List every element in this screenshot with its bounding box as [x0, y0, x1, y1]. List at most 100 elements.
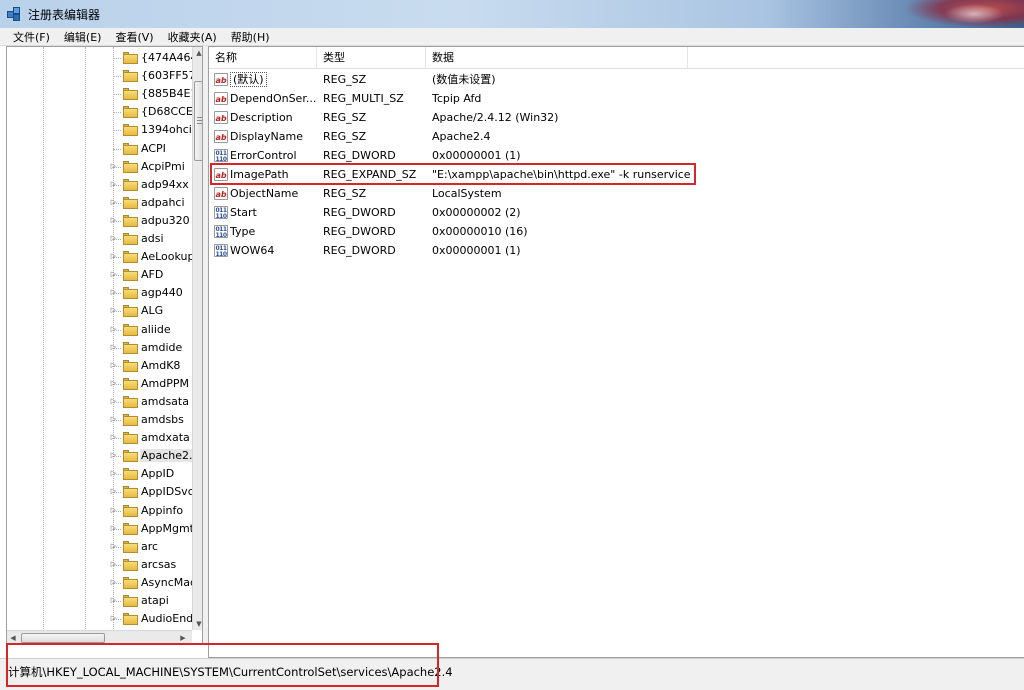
value-type: REG_SZ: [323, 130, 367, 143]
expand-arrow-icon[interactable]: ▷: [109, 433, 118, 442]
tree-item[interactable]: ▷ AmdPPM: [7, 375, 189, 393]
value-row[interactable]: ab DependOnSer... REG_MULTI_SZ Tcpip Afd: [209, 89, 909, 108]
menu-favorites[interactable]: 收藏夹(A): [161, 29, 224, 45]
tree-vertical-scrollbar[interactable]: ▲ ▼: [192, 47, 202, 630]
expand-arrow-icon[interactable]: ▷: [109, 578, 118, 587]
folder-icon: [123, 522, 138, 535]
menu-view[interactable]: 查看(V): [108, 29, 160, 45]
tree-item[interactable]: ▷ AppIDSvc: [7, 483, 194, 501]
tree-item[interactable]: ▷ Apache2.4: [7, 447, 201, 465]
values-list-pane[interactable]: 名称 类型 数据 ab (默认) REG_SZ (数值未设置) ab DependOnSe…: [208, 46, 1024, 658]
tree-item-label: arcsas: [141, 557, 177, 571]
menu-bar: 文件(F) 编辑(E) 查看(V) 收藏夹(A) 帮助(H): [0, 28, 1024, 46]
expand-arrow-icon[interactable]: ▷: [109, 162, 118, 171]
column-header-type[interactable]: 类型: [317, 47, 426, 69]
tree-item[interactable]: ▷ AcpiPmi: [7, 158, 187, 176]
tree-item[interactable]: ▷ AppMgmt: [7, 520, 194, 538]
expand-arrow-icon[interactable]: ▷: [109, 560, 118, 569]
expand-arrow-icon[interactable]: ▷: [109, 252, 118, 261]
tree-item[interactable]: ▷ AFD: [7, 266, 187, 284]
tree-item[interactable]: ▷ amdxata: [7, 429, 190, 447]
tree-item[interactable]: ▷ AsyncMac: [7, 574, 196, 592]
expand-arrow-icon[interactable]: ▷: [109, 397, 118, 406]
value-name: (默认): [230, 70, 267, 89]
scroll-up-arrow-icon[interactable]: ▲: [193, 47, 202, 59]
tree-scroll-thumb[interactable]: [194, 81, 202, 161]
tree-item[interactable]: ▷ Appinfo: [7, 502, 187, 520]
column-header-data[interactable]: 数据: [426, 47, 688, 69]
expand-arrow-icon[interactable]: ▷: [109, 343, 118, 352]
tree-item-label: ALG: [141, 304, 164, 318]
expand-arrow-icon[interactable]: ▷: [109, 325, 118, 334]
value-row[interactable]: ab ObjectName REG_SZ LocalSystem: [209, 184, 909, 203]
expand-arrow-icon[interactable]: ▷: [109, 216, 118, 225]
expand-arrow-icon[interactable]: ▷: [109, 524, 118, 533]
value-row[interactable]: 011 110 WOW64 REG_DWORD 0x00000001 (1): [209, 241, 909, 260]
tree-item[interactable]: ▷ ALG: [7, 302, 187, 320]
expand-arrow-icon[interactable]: ▷: [109, 469, 118, 478]
value-row[interactable]: ab Description REG_SZ Apache/2.4.12 (Win32): [209, 108, 909, 127]
tree-item[interactable]: ACPI: [7, 140, 187, 158]
tree-item[interactable]: ▷ adpu320: [7, 212, 190, 230]
expand-arrow-icon[interactable]: ▷: [109, 487, 118, 496]
expand-arrow-icon[interactable]: ▷: [109, 288, 118, 297]
column-header-name[interactable]: 名称: [209, 47, 317, 69]
menu-edit[interactable]: 编辑(E): [57, 29, 109, 45]
tree-item[interactable]: {D68CCED: [7, 103, 201, 121]
tree-item[interactable]: ▷ amdsata: [7, 393, 189, 411]
folder-icon: [123, 341, 138, 354]
value-name-text: ErrorControl: [230, 149, 297, 162]
expand-arrow-icon[interactable]: ▷: [109, 234, 118, 243]
tree-item[interactable]: ▷ AppID: [7, 465, 187, 483]
tree-item[interactable]: ▷ amdide: [7, 339, 187, 357]
tree-item[interactable]: ▷ adpahci: [7, 194, 187, 212]
tree-item[interactable]: ▷ atapi: [7, 592, 187, 610]
expand-arrow-icon[interactable]: ▷: [109, 596, 118, 605]
expand-arrow-icon[interactable]: ▷: [109, 361, 118, 370]
tree-item[interactable]: ▷ AeLookup: [7, 248, 194, 266]
expand-arrow-icon[interactable]: ▷: [109, 198, 118, 207]
tree-item[interactable]: {603FF570: [7, 67, 202, 85]
expand-arrow-icon[interactable]: ▷: [109, 306, 118, 315]
expand-arrow-icon[interactable]: ▷: [109, 506, 118, 515]
tree-hscroll-thumb[interactable]: [21, 633, 105, 643]
tree-item[interactable]: {885B4E12: [7, 85, 202, 103]
tree-item-label: AsyncMac: [141, 575, 197, 589]
tree-horizontal-scrollbar[interactable]: ◀ ▶: [7, 630, 192, 643]
tree-item[interactable]: ▷ aliide: [7, 321, 187, 339]
value-type: REG_DWORD: [323, 206, 396, 219]
expand-arrow-icon[interactable]: ▷: [109, 415, 118, 424]
value-type: REG_DWORD: [323, 225, 396, 238]
folder-icon: [123, 450, 138, 463]
expand-arrow-icon[interactable]: ▷: [109, 379, 118, 388]
tree-item-label: adpahci: [141, 195, 185, 209]
key-tree-pane[interactable]: {474A4649 {603FF570 {885B4E12 {D68CCED 1394o…: [6, 46, 203, 644]
folder-icon: [123, 178, 138, 191]
tree-item[interactable]: ▷ arc: [7, 538, 187, 556]
value-row[interactable]: 011 110 Type REG_DWORD 0x00000010 (16): [209, 222, 909, 241]
expand-arrow-icon[interactable]: ▷: [109, 614, 118, 623]
expand-arrow-icon[interactable]: ▷: [109, 542, 118, 551]
tree-item[interactable]: ▷ AudioEnd: [7, 610, 193, 628]
expand-arrow-icon[interactable]: ▷: [109, 451, 118, 460]
scroll-down-arrow-icon[interactable]: ▼: [193, 618, 202, 630]
tree-item[interactable]: ▷ arcsas: [7, 556, 187, 574]
value-row[interactable]: ab DisplayName REG_SZ Apache2.4: [209, 127, 909, 146]
value-type: REG_SZ: [323, 111, 367, 124]
tree-item[interactable]: ▷ AmdK8: [7, 357, 187, 375]
value-row[interactable]: ab (默认) REG_SZ (数值未设置): [209, 70, 909, 89]
value-row[interactable]: 011 110 Start REG_DWORD 0x00000002 (2): [209, 203, 909, 222]
tree-item[interactable]: ▷ adp94xx: [7, 176, 189, 194]
tree-item[interactable]: ▷ adsi: [7, 230, 187, 248]
value-type: REG_SZ: [323, 73, 367, 86]
folder-icon: [123, 432, 138, 445]
tree-item[interactable]: ▷ agp440: [7, 284, 187, 302]
tree-item[interactable]: ▷ amdsbs: [7, 411, 187, 429]
expand-arrow-icon[interactable]: ▷: [109, 180, 118, 189]
tree-item[interactable]: {474A4649: [7, 49, 202, 67]
expand-arrow-icon[interactable]: ▷: [109, 270, 118, 279]
menu-help[interactable]: 帮助(H): [224, 29, 277, 45]
tree-item[interactable]: 1394ohci: [7, 121, 192, 139]
status-path-highlight-box: [6, 643, 439, 687]
menu-file[interactable]: 文件(F): [6, 29, 57, 45]
